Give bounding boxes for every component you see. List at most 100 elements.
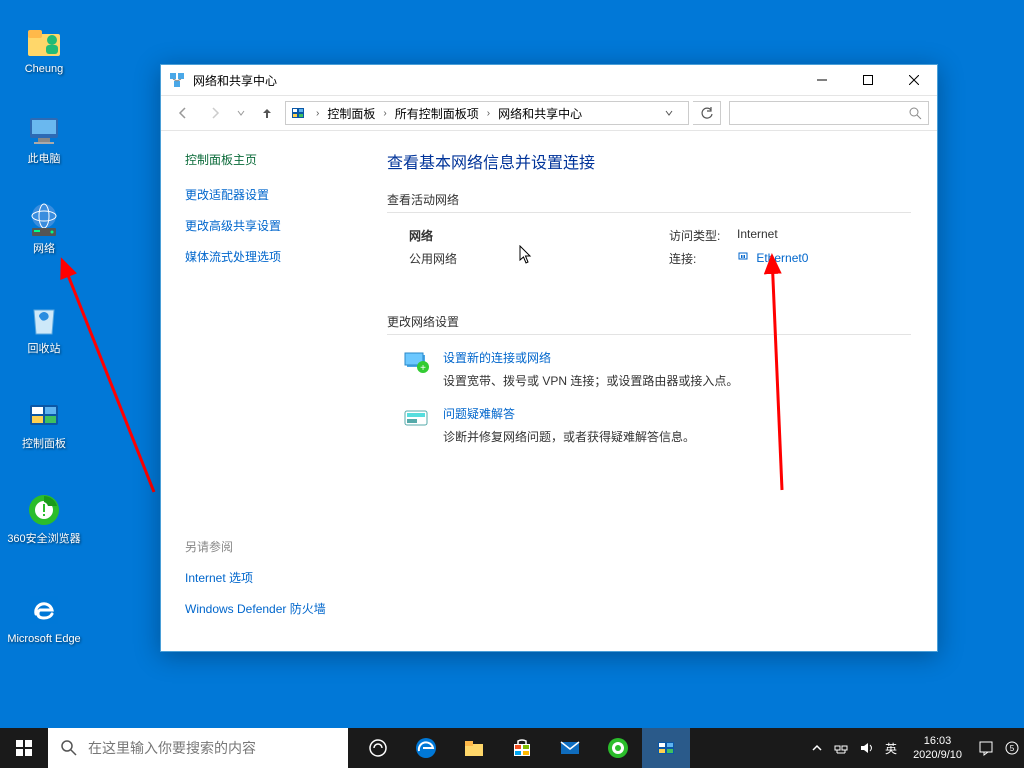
svg-text:5: 5 [1010, 744, 1015, 753]
troubleshoot-link[interactable]: 问题疑难解答 [443, 405, 695, 422]
tray-time: 16:03 [913, 734, 962, 748]
troubleshoot-item: 问题疑难解答 诊断并修复网络问题，或者获得疑难解答信息。 [403, 405, 911, 445]
desktop-icon-edge[interactable]: Microsoft Edge [6, 590, 82, 646]
page-heading: 查看基本网络信息并设置连接 [387, 149, 911, 173]
refresh-button[interactable] [693, 101, 721, 125]
address-breadcrumb[interactable]: › 控制面板 › 所有控制面板项 › 网络和共享中心 [285, 101, 689, 125]
minimize-button[interactable] [799, 65, 845, 95]
desktop-icon-network[interactable]: 网络 [6, 200, 82, 256]
desktop-icon-label: 360安全浏览器 [7, 532, 80, 546]
tray-extra-icon[interactable]: 5 [1004, 740, 1020, 756]
desktop-icon-this-pc[interactable]: 此电脑 [6, 110, 82, 166]
window-body: 控制面板主页 更改适配器设置 更改高级共享设置 媒体流式处理选项 另请参阅 In… [161, 131, 937, 651]
search-icon [60, 739, 78, 757]
taskbar-edge[interactable] [402, 728, 450, 768]
troubleshoot-desc: 诊断并修复网络问题，或者获得疑难解答信息。 [443, 428, 695, 445]
tray-volume-icon[interactable] [859, 740, 875, 756]
see-also-header: 另请参阅 [185, 538, 361, 555]
windows-logo-icon [16, 740, 32, 756]
connection-name: Ethernet0 [756, 251, 808, 265]
taskbar-control-panel-active[interactable] [642, 728, 690, 768]
desktop-icon-360-browser[interactable]: 360安全浏览器 [6, 490, 82, 546]
network-type: 公用网络 [409, 250, 669, 267]
connection-label: 连接: [669, 250, 737, 267]
connection-link[interactable]: Ethernet0 [737, 250, 808, 267]
crumb-control-panel[interactable]: 控制面板 [325, 105, 377, 122]
link-advanced-sharing-settings[interactable]: 更改高级共享设置 [185, 217, 361, 234]
chevron-right-icon[interactable]: › [312, 108, 323, 119]
network-center-icon [169, 72, 185, 88]
desktop-icon-control-panel[interactable]: 控制面板 [6, 395, 82, 451]
breadcrumb-dropdown[interactable] [664, 108, 684, 118]
taskbar-apps [354, 728, 690, 768]
control-panel-small-icon [290, 105, 306, 121]
network-sharing-center-window: 网络和共享中心 › 控制面板 › 所有控制面板项 › 网络和共享中心 控制面板主… [160, 64, 938, 652]
crumb-all-items[interactable]: 所有控制面板项 [393, 105, 481, 122]
taskbar: 在这里输入你要搜索的内容 英 16:03 2020/9/10 5 [0, 728, 1024, 768]
back-button[interactable] [169, 99, 197, 127]
system-tray: 英 16:03 2020/9/10 5 [807, 728, 1024, 768]
user-folder-icon [24, 20, 64, 60]
search-box[interactable] [729, 101, 929, 125]
globe-network-icon [24, 200, 64, 240]
setup-new-connection-item: + 设置新的连接或网络 设置宽带、拨号或 VPN 连接；或设置路由器或接入点。 [403, 349, 911, 389]
desktop-icon-label: Cheung [25, 62, 64, 76]
setup-new-connection-link[interactable]: 设置新的连接或网络 [443, 349, 738, 366]
titlebar[interactable]: 网络和共享中心 [161, 65, 937, 95]
desktop-icon-user[interactable]: Cheung [6, 20, 82, 76]
link-media-streaming-options[interactable]: 媒体流式处理选项 [185, 248, 361, 265]
history-dropdown[interactable] [233, 99, 249, 127]
task-view-button[interactable] [354, 728, 402, 768]
link-change-adapter-settings[interactable]: 更改适配器设置 [185, 186, 361, 203]
search-icon [908, 106, 922, 120]
sidebar: 控制面板主页 更改适配器设置 更改高级共享设置 媒体流式处理选项 另请参阅 In… [161, 131, 361, 651]
edge-icon [24, 590, 64, 630]
recycle-bin-icon [24, 300, 64, 340]
search-placeholder: 在这里输入你要搜索的内容 [88, 738, 256, 758]
desktop-icon-recycle-bin[interactable]: 回收站 [6, 300, 82, 356]
network-name: 网络 [409, 227, 669, 244]
active-network-row: 网络 公用网络 访问类型:Internet 连接: Ethernet0 [387, 227, 911, 273]
tray-chevron-up-icon[interactable] [811, 742, 823, 754]
access-type-label: 访问类型: [669, 227, 737, 244]
chevron-right-icon[interactable]: › [379, 108, 390, 119]
taskbar-file-explorer[interactable] [450, 728, 498, 768]
access-type-value: Internet [737, 227, 778, 244]
taskbar-store[interactable] [498, 728, 546, 768]
svg-text:+: + [420, 363, 426, 374]
maximize-button[interactable] [845, 65, 891, 95]
navigation-bar: › 控制面板 › 所有控制面板项 › 网络和共享中心 [161, 95, 937, 131]
forward-button[interactable] [201, 99, 229, 127]
up-button[interactable] [253, 99, 281, 127]
tray-action-center-icon[interactable] [978, 740, 994, 756]
start-button[interactable] [0, 728, 48, 768]
crumb-network-center[interactable]: 网络和共享中心 [496, 105, 584, 122]
main-content: 查看基本网络信息并设置连接 查看活动网络 网络 公用网络 访问类型:Intern… [361, 131, 937, 651]
setup-new-connection-desc: 设置宽带、拨号或 VPN 连接；或设置路由器或接入点。 [443, 372, 738, 389]
window-title: 网络和共享中心 [193, 72, 799, 89]
tray-ime-indicator[interactable]: 英 [885, 740, 897, 757]
tray-network-icon[interactable] [833, 740, 849, 756]
desktop-icon-label: 网络 [33, 242, 55, 256]
monitor-icon [24, 110, 64, 150]
desktop-icon-label: 此电脑 [28, 152, 61, 166]
taskbar-search[interactable]: 在这里输入你要搜索的内容 [48, 728, 348, 768]
desktop-icon-label: Microsoft Edge [7, 632, 80, 646]
link-windows-defender-firewall[interactable]: Windows Defender 防火墙 [185, 600, 361, 617]
sidebar-header[interactable]: 控制面板主页 [185, 151, 361, 168]
taskbar-mail[interactable] [546, 728, 594, 768]
new-connection-icon: + [403, 349, 431, 377]
active-networks-header: 查看活动网络 [387, 191, 911, 213]
tray-clock[interactable]: 16:03 2020/9/10 [907, 734, 968, 762]
chevron-right-icon[interactable]: › [483, 108, 494, 119]
close-button[interactable] [891, 65, 937, 95]
link-internet-options[interactable]: Internet 选项 [185, 569, 361, 586]
taskbar-360-browser[interactable] [594, 728, 642, 768]
window-buttons [799, 65, 937, 95]
change-settings-header: 更改网络设置 [387, 313, 911, 335]
tray-date: 2020/9/10 [913, 748, 962, 762]
desktop-icon-label: 回收站 [28, 342, 61, 356]
360-browser-icon [24, 490, 64, 530]
ethernet-icon [737, 251, 749, 265]
control-panel-icon [24, 395, 64, 435]
